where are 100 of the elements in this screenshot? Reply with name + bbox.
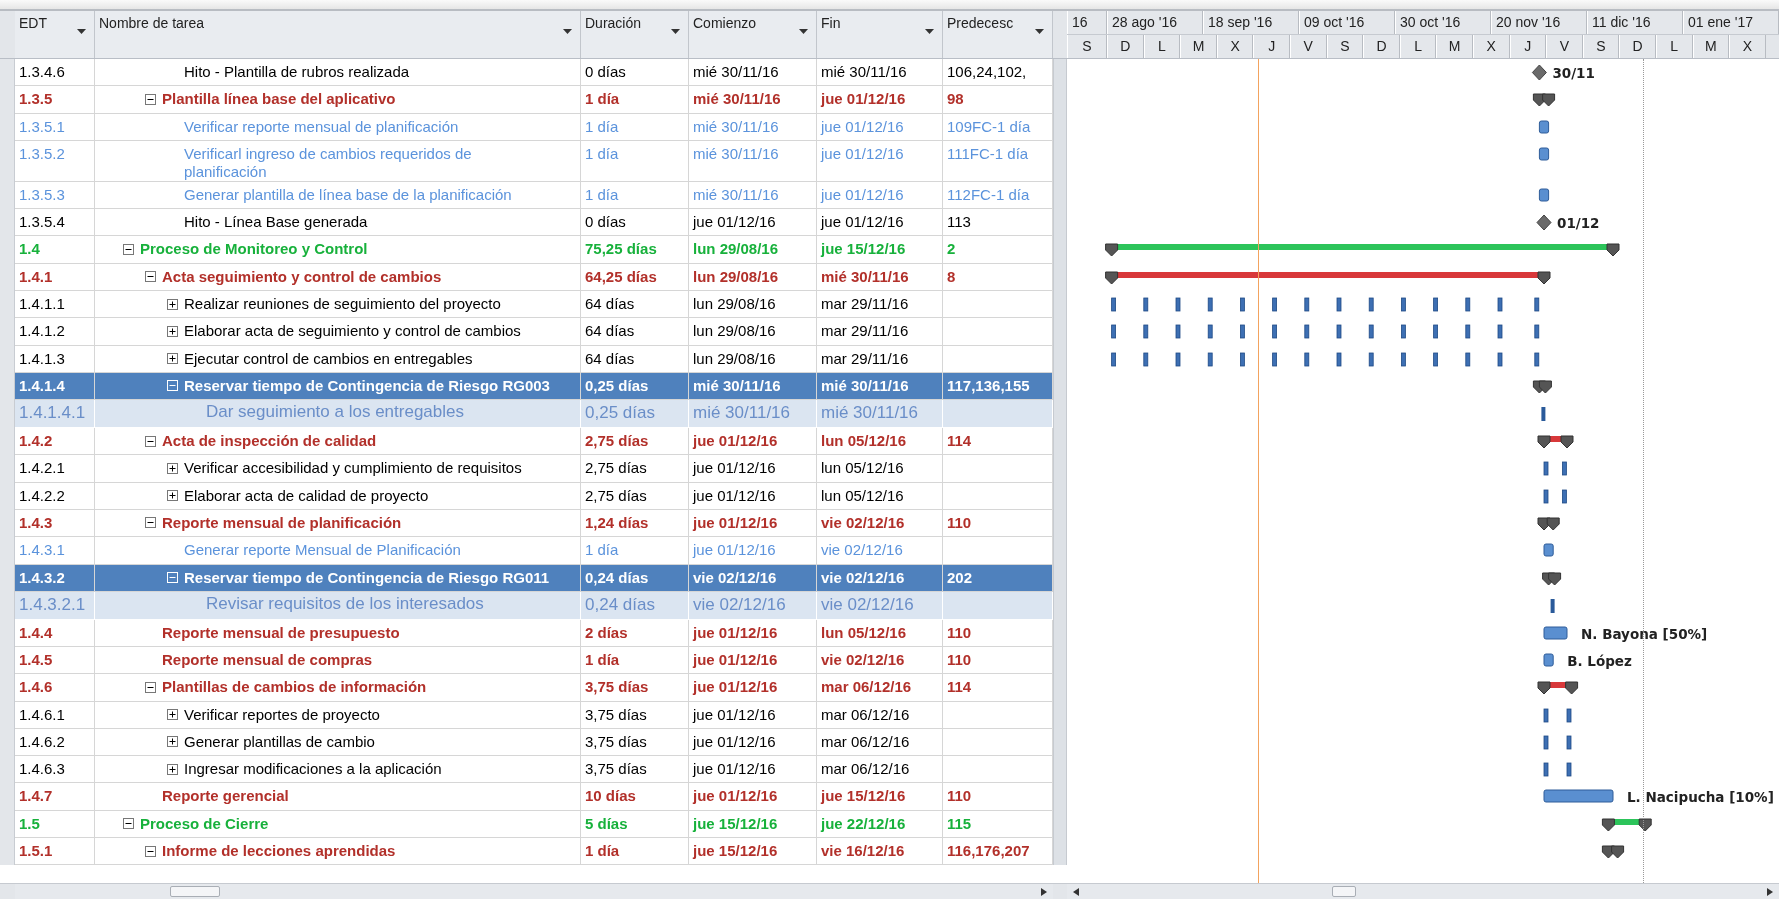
task-bar[interactable] (1538, 188, 1550, 202)
dropdown-caret-icon[interactable] (1035, 29, 1044, 34)
rollup-bar[interactable] (1433, 325, 1438, 339)
column-header[interactable]: EDT (19, 15, 47, 31)
rollup-bar[interactable] (1111, 352, 1116, 367)
rollup-bar[interactable] (1175, 325, 1181, 339)
rollup-bar[interactable] (1240, 325, 1245, 339)
table-row[interactable]: 1.5.1 Informe de lecciones aprendidas 1 día jue 15/12/16 vie 16/12/16 116,176,207 (15, 838, 1053, 866)
milestone-diamond[interactable] (1536, 214, 1552, 231)
rollup-bar[interactable] (1433, 352, 1438, 367)
rollup-bar[interactable] (1465, 352, 1471, 367)
table-row[interactable]: 1.4.1.4 Reservar tiempo de Contingencia de Riesgo RG003 0,25 días mié 30/11/16 mié 30/11/16 117,136,155 (15, 372, 1053, 401)
rollup-bar[interactable] (1336, 297, 1342, 312)
expand-icon[interactable] (166, 763, 178, 775)
task-bar[interactable] (1543, 626, 1568, 640)
task-bar[interactable] (1543, 543, 1554, 557)
rollup-bar[interactable] (1401, 297, 1406, 312)
dropdown-caret-icon[interactable] (925, 29, 934, 34)
column-header[interactable]: Nombre de tarea (99, 15, 205, 31)
rollup-bar[interactable] (1240, 297, 1245, 312)
table-row[interactable]: 1.4.6.2 Generar plantillas de cambio 3,75 días jue 01/12/16 mar 06/12/16 (15, 728, 1053, 757)
summary-bar[interactable] (1532, 380, 1552, 394)
rollup-bar[interactable] (1543, 489, 1549, 504)
collapse-icon[interactable] (144, 93, 156, 105)
assignment-bar[interactable] (1550, 598, 1555, 613)
rollup-bar[interactable] (1207, 325, 1213, 339)
rollup-bar[interactable] (1143, 297, 1149, 312)
summary-bar[interactable] (1105, 271, 1551, 285)
collapse-icon[interactable] (144, 435, 156, 447)
rollup-bar[interactable] (1175, 352, 1181, 367)
table-row[interactable]: 1.4.3 Reporte mensual de planificación 1,24 días jue 01/12/16 vie 02/12/16 110 (15, 509, 1053, 538)
rollup-bar[interactable] (1543, 735, 1549, 750)
rollup-bar[interactable] (1111, 297, 1116, 312)
table-row[interactable]: 1.4.6 Plantillas de cambios de información 3,75 días jue 01/12/16 mar 06/12/16 114 (15, 674, 1053, 702)
rollup-bar[interactable] (1497, 325, 1503, 339)
summary-bar[interactable] (1537, 517, 1560, 531)
rollup-bar[interactable] (1336, 352, 1342, 367)
task-bar[interactable] (1538, 147, 1550, 161)
summary-bar[interactable] (1537, 681, 1579, 695)
rollup-bar[interactable] (1272, 297, 1277, 312)
rollup-bar[interactable] (1143, 325, 1149, 339)
dropdown-caret-icon[interactable] (77, 29, 86, 34)
table-row[interactable]: 1.4.6.1 Verificar reportes de proyecto 3,75 días jue 01/12/16 mar 06/12/16 (15, 701, 1053, 729)
rollup-bar[interactable] (1368, 297, 1374, 312)
rollup-bar[interactable] (1566, 708, 1572, 722)
expand-icon[interactable] (166, 709, 178, 721)
rollup-bar[interactable] (1566, 735, 1572, 750)
table-row[interactable]: 1.4.2.1 Verificar accesibilidad y cumplimiento de requisitos 2,75 días jue 01/12/16 lun 05/12/16 (15, 455, 1053, 483)
rollup-bar[interactable] (1401, 325, 1406, 339)
rollup-bar[interactable] (1433, 297, 1438, 312)
rollup-bar[interactable] (1465, 325, 1471, 339)
collapse-icon[interactable] (144, 271, 156, 283)
collapse-icon[interactable] (144, 681, 156, 693)
rollup-bar[interactable] (1175, 297, 1181, 312)
dropdown-caret-icon[interactable] (799, 29, 808, 34)
table-row[interactable]: 1.4.1.1 Realizar reuniones de seguimiento del proyecto 64 días lun 29/08/16 mar 29/11/16 (15, 291, 1053, 319)
expand-icon[interactable] (166, 353, 178, 365)
table-row[interactable]: 1.4.1 Acta seguimiento y control de cambios 64,25 días lun 29/08/16 mié 30/11/16 8 (15, 263, 1053, 292)
dropdown-caret-icon[interactable] (563, 29, 572, 34)
table-row[interactable]: 1.4.2.2 Elaborar acta de calidad de proyecto 2,75 días jue 01/12/16 lun 05/12/16 (15, 482, 1053, 510)
rollup-bar[interactable] (1304, 352, 1310, 367)
rollup-bar[interactable] (1401, 352, 1406, 367)
scroll-thumb[interactable] (1332, 886, 1356, 897)
table-row[interactable]: 1.4.6.3 Ingresar modificaciones a la aplicación 3,75 días jue 01/12/16 mar 06/12/16 (15, 756, 1053, 784)
table-row[interactable]: 1.4.3.2 Reservar tiempo de Contingencia de Riesgo RG011 0,24 días vie 02/12/16 vie 02/12/16 202 (15, 564, 1053, 592)
expand-icon[interactable] (166, 490, 178, 502)
table-row[interactable]: 1.4.1.2 Elaborar acta de seguimiento y control de cambios 64 días lun 29/08/16 mar 29/11/16 (15, 318, 1053, 346)
column-header[interactable]: Fin (821, 15, 841, 31)
scroll-right-icon[interactable] (1041, 887, 1047, 896)
table-row[interactable]: 1.4.1.3 Ejecutar control de cambios en entregables 64 días lun 29/08/16 mar 29/11/16 (15, 345, 1053, 373)
collapse-icon[interactable] (144, 517, 156, 529)
rollup-bar[interactable] (1562, 489, 1567, 504)
column-header[interactable]: Comienzo (693, 15, 757, 31)
summary-bar[interactable] (1537, 435, 1574, 449)
collapse-icon[interactable] (122, 818, 134, 830)
rollup-bar[interactable] (1497, 352, 1503, 367)
rollup-bar[interactable] (1465, 297, 1471, 312)
table-row[interactable]: 1.4.4 Reporte mensual de presupuesto 2 días jue 01/12/16 lun 05/12/16 110 (15, 619, 1053, 647)
rollup-bar[interactable] (1562, 461, 1567, 476)
scroll-thumb[interactable] (170, 886, 220, 897)
table-row[interactable]: 1.4.5 Reporte mensual de compras 1 día jue 01/12/16 vie 02/12/16 110 (15, 646, 1053, 675)
expand-icon[interactable] (166, 298, 178, 310)
rollup-bar[interactable] (1272, 325, 1277, 339)
rollup-bar[interactable] (1304, 297, 1310, 312)
rollup-bar[interactable] (1534, 297, 1540, 312)
table-row[interactable]: 1.4.2 Acta de inspección de calidad 2,75 días jue 01/12/16 lun 05/12/16 114 (15, 428, 1053, 456)
rollup-bar[interactable] (1543, 461, 1549, 476)
rollup-bar[interactable] (1543, 762, 1549, 777)
collapse-icon[interactable] (144, 845, 156, 857)
scroll-right-icon[interactable] (1767, 887, 1773, 896)
task-bar[interactable] (1543, 653, 1554, 667)
summary-bar[interactable] (1542, 572, 1562, 586)
rollup-bar[interactable] (1336, 325, 1342, 339)
summary-bar[interactable] (1532, 93, 1556, 107)
milestone-diamond[interactable] (1531, 64, 1547, 81)
summary-bar[interactable] (1105, 244, 1620, 257)
dropdown-caret-icon[interactable] (671, 29, 680, 34)
rollup-bar[interactable] (1240, 352, 1245, 367)
expand-icon[interactable] (166, 736, 178, 748)
rollup-bar[interactable] (1207, 352, 1213, 367)
